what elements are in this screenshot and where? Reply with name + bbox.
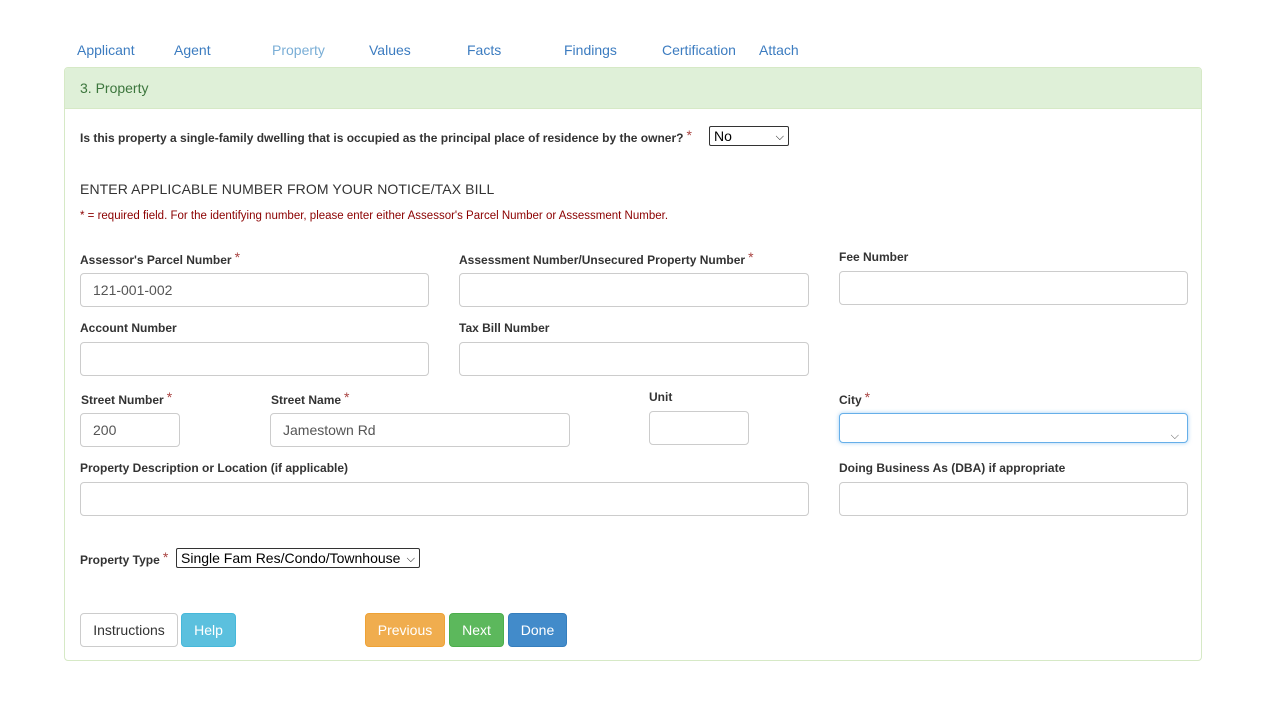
city-select[interactable]: ⌵: [839, 413, 1188, 443]
fee-label: Fee Number: [839, 250, 909, 264]
account-label: Account Number: [80, 321, 177, 335]
next-button[interactable]: Next: [449, 613, 504, 647]
tab-findings[interactable]: Findings: [564, 42, 617, 58]
panel-heading: 3. Property: [65, 68, 1201, 109]
street-name-input[interactable]: Jamestown Rd: [270, 413, 570, 447]
panel-title: 3. Property: [80, 80, 149, 96]
taxbill-input[interactable]: [459, 342, 809, 376]
owner-occupied-value: No: [714, 128, 732, 144]
account-input[interactable]: [80, 342, 429, 376]
unit-input[interactable]: [649, 411, 749, 445]
tab-attach[interactable]: Attach: [759, 42, 799, 58]
apn-input[interactable]: 121-001-002: [80, 273, 429, 307]
fee-input[interactable]: [839, 271, 1188, 305]
dba-input[interactable]: [839, 482, 1188, 516]
chevron-down-icon: ⌵: [1170, 430, 1179, 442]
description-label: Property Description or Location (if app…: [80, 461, 349, 475]
city-label: City *: [839, 389, 871, 407]
description-input[interactable]: [80, 482, 809, 516]
help-button[interactable]: Help: [181, 613, 236, 647]
dba-label: Doing Business As (DBA) if appropriate: [839, 461, 1066, 475]
owner-occupied-label: Is this property a single-family dwellin…: [80, 131, 684, 145]
tab-applicant[interactable]: Applicant: [77, 42, 135, 58]
section-title: ENTER APPLICABLE NUMBER FROM YOUR NOTICE…: [80, 181, 495, 197]
tab-certification[interactable]: Certification: [662, 42, 736, 58]
apn-label: Assessor's Parcel Number *: [80, 249, 241, 267]
owner-occupied-select[interactable]: No ⌵: [709, 126, 789, 146]
wizard-tabs: Applicant Agent Property Values Facts Fi…: [77, 42, 837, 60]
assessment-input[interactable]: [459, 273, 809, 307]
assessment-label: Assessment Number/Unsecured Property Num…: [459, 249, 754, 267]
required-mark: *: [686, 127, 692, 143]
tab-facts[interactable]: Facts: [467, 42, 501, 58]
chevron-down-icon: ⌵: [775, 131, 784, 143]
previous-button[interactable]: Previous: [365, 613, 445, 647]
tab-agent[interactable]: Agent: [174, 42, 211, 58]
owner-occupied-question: Is this property a single-family dwellin…: [80, 127, 692, 145]
tab-property[interactable]: Property: [272, 42, 325, 58]
instructions-button[interactable]: Instructions: [80, 613, 178, 647]
property-type-select[interactable]: Single Fam Res/Condo/Townhouse ⌵: [176, 548, 420, 568]
tab-values[interactable]: Values: [369, 42, 411, 58]
done-button[interactable]: Done: [508, 613, 567, 647]
street-number-input[interactable]: 200: [80, 413, 180, 447]
required-note: * = required field. For the identifying …: [80, 210, 669, 222]
street-number-label: Street Number *: [81, 389, 173, 407]
property-type-label: Property Type *: [80, 549, 169, 567]
unit-label: Unit: [649, 390, 673, 404]
chevron-down-icon: ⌵: [406, 553, 415, 565]
taxbill-label: Tax Bill Number: [459, 321, 550, 335]
street-name-label: Street Name *: [271, 389, 350, 407]
